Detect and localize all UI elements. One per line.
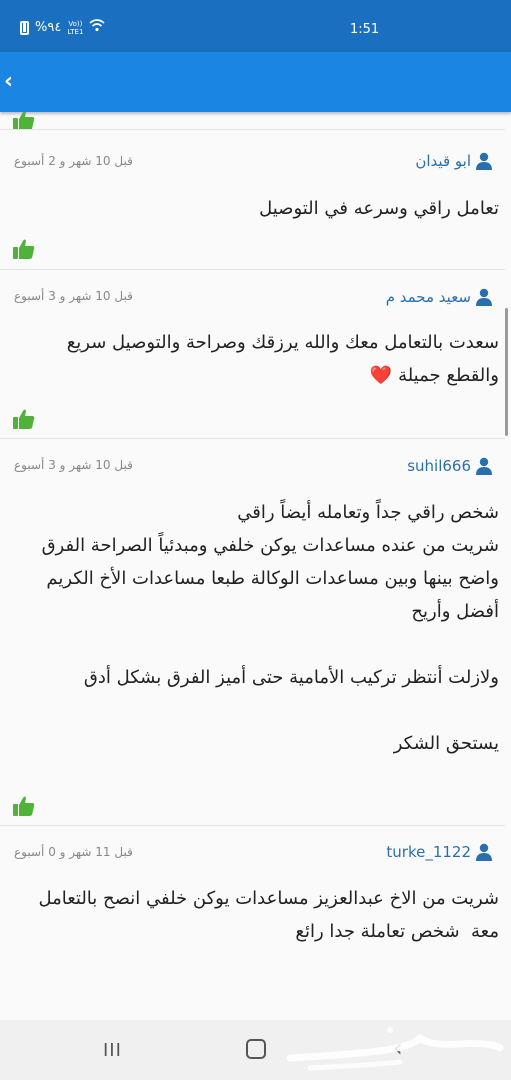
review-time: قبل 10 شهر و 3 أسبوع: [14, 458, 133, 472]
divider: [0, 129, 505, 130]
volte-icon: Vo)) LTE1: [67, 19, 84, 36]
chevron-left-icon[interactable]: ‹: [4, 69, 13, 94]
review-text: سعدت بالتعامل معك والله يرزقك وصراحة وال…: [9, 326, 499, 392]
divider: [0, 825, 505, 826]
app-bar: ‹: [0, 52, 511, 112]
review-username[interactable]: ابو قيدان: [415, 152, 493, 170]
username-text: ابو قيدان: [415, 152, 471, 170]
haraj-watermark-logo: [286, 1027, 504, 1071]
review-text: شريت من الاخ عبدالعزيز مساعدات يوكن خلفي…: [32, 888, 499, 942]
reviews-list: ابو قيدان قبل 10 شهر و 2 أسبوع تعامل راق…: [0, 112, 511, 1020]
user-icon: [476, 843, 492, 861]
review-text: تعامل راقي وسرعه في التوصيل: [259, 198, 499, 219]
thumbs-up-icon[interactable]: [12, 795, 36, 817]
heart-emoji: ❤️: [369, 365, 393, 386]
clock: 1:51: [350, 22, 380, 37]
username-text: suhil666: [407, 457, 471, 475]
thumbs-up-icon[interactable]: [12, 408, 36, 430]
status-bar: %٩٤ Vo)) LTE1 1:51: [0, 0, 511, 52]
review-username[interactable]: turke_1122: [386, 843, 493, 861]
user-icon: [476, 457, 492, 475]
review-text-content: سعدت بالتعامل معك والله يرزقك وصراحة وال…: [60, 332, 499, 386]
status-icons: %٩٤ Vo)) LTE1: [20, 19, 105, 36]
username-text: سعيد محمد م: [385, 288, 471, 306]
battery-level: %٩٤: [35, 20, 62, 35]
scrollbar[interactable]: [505, 308, 508, 436]
review-username[interactable]: سعيد محمد م: [386, 288, 493, 306]
home-button[interactable]: [246, 1039, 266, 1059]
divider: [0, 438, 505, 439]
review-time: قبل 10 شهر و 3 أسبوع: [14, 289, 133, 303]
review-time: قبل 11 شهر و 0 أسبوع: [14, 845, 133, 859]
review-username[interactable]: suhil666: [407, 457, 493, 475]
battery-icon: [20, 20, 29, 35]
thumbs-up-icon[interactable]: [12, 238, 36, 260]
recent-apps-button[interactable]: III: [103, 1040, 122, 1061]
user-icon: [476, 288, 492, 306]
review-text: شخص راقي جداً وتعامله أيضاً راقي شريت من…: [41, 502, 499, 754]
user-icon: [476, 152, 492, 170]
review-time: قبل 10 شهر و 2 أسبوع: [14, 154, 133, 168]
username-text: turke_1122: [386, 843, 471, 861]
wifi-icon: [89, 19, 105, 36]
divider: [0, 269, 505, 270]
